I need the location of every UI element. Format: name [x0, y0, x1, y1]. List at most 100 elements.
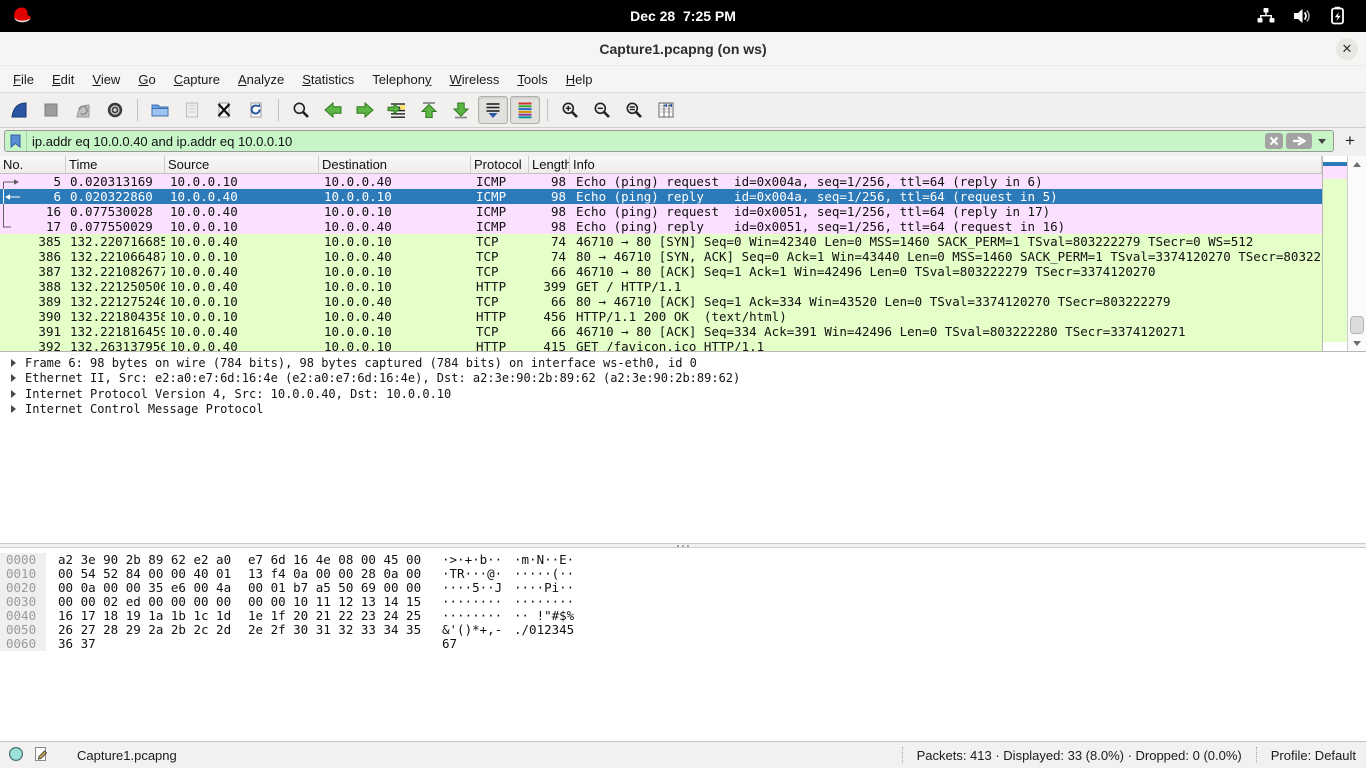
cell-info: 46710 → 80 [ACK] Seq=1 Ack=1 Win=42496 L…	[570, 264, 1322, 279]
packet-list-header: No.TimeSourceDestinationProtocolLengthIn…	[0, 156, 1322, 174]
cell-len: 66	[529, 294, 570, 309]
find-packet-button[interactable]	[286, 96, 316, 124]
close-file-button[interactable]	[209, 96, 239, 124]
colorize-button[interactable]	[510, 96, 540, 124]
cell-dst: 10.0.0.10	[319, 264, 471, 279]
go-to-packet-button[interactable]	[382, 96, 412, 124]
expand-arrow-icon[interactable]	[11, 405, 16, 413]
expand-arrow-icon[interactable]	[11, 390, 16, 398]
menu-tools[interactable]: Tools	[508, 69, 556, 90]
packet-row-387[interactable]: 387132.22108267710.0.0.4010.0.0.10TCP664…	[0, 264, 1322, 279]
packet-row-386[interactable]: 386132.22106648710.0.0.1010.0.0.40TCP748…	[0, 249, 1322, 264]
reload-file-button[interactable]	[241, 96, 271, 124]
capture-comment-icon[interactable]	[34, 746, 49, 765]
hex-row[interactable]: 005026 27 28 29 2a 2b 2c 2d2e 2f 30 31 3…	[0, 623, 1366, 637]
menu-go[interactable]: Go	[129, 69, 164, 90]
hex-row[interactable]: 0000a2 3e 90 2b 89 62 e2 a0e7 6d 16 4e 0…	[0, 553, 1366, 567]
save-file-button[interactable]	[177, 96, 207, 124]
cell-no: 389	[0, 294, 66, 309]
auto-scroll-icon	[483, 100, 503, 120]
hex-row[interactable]: 002000 0a 00 00 35 e6 00 4a00 01 b7 a5 5…	[0, 581, 1366, 595]
packet-row-17[interactable]: 170.07755002910.0.0.1010.0.0.40ICMP98Ech…	[0, 219, 1322, 234]
packet-row-392[interactable]: 392132.26313795610.0.0.4010.0.0.10HTTP41…	[0, 339, 1322, 351]
hex-row[interactable]: 006036 3767	[0, 637, 1366, 651]
menu-capture[interactable]: Capture	[165, 69, 229, 90]
capture-options-button[interactable]	[100, 96, 130, 124]
cell-no: 386	[0, 249, 66, 264]
detail-line[interactable]: Internet Control Message Protocol	[0, 402, 1366, 418]
column-header-source[interactable]: Source	[165, 156, 319, 173]
column-header-length[interactable]: Length	[529, 156, 570, 173]
cell-len: 98	[529, 219, 570, 234]
packet-row-385[interactable]: 385132.22071668510.0.0.4010.0.0.10TCP744…	[0, 234, 1322, 249]
start-capture-button[interactable]	[4, 96, 34, 124]
scrollbar-thumb[interactable]	[1350, 316, 1364, 334]
next-packet-button[interactable]	[350, 96, 380, 124]
scroll-up-arrow[interactable]	[1348, 156, 1366, 172]
hex-hex2: 1e 1f 20 21 22 23 24 25	[248, 609, 428, 623]
column-header-no[interactable]: No.	[0, 156, 66, 173]
menu-view[interactable]: View	[83, 69, 129, 90]
menu-wireless[interactable]: Wireless	[441, 69, 509, 90]
previous-packet-button[interactable]	[318, 96, 348, 124]
scroll-down-arrow[interactable]	[1348, 335, 1366, 351]
hex-row[interactable]: 004016 17 18 19 1a 1b 1c 1d1e 1f 20 21 2…	[0, 609, 1366, 623]
stop-capture-button[interactable]	[36, 96, 66, 124]
cell-proto: ICMP	[471, 189, 529, 204]
filter-dropdown-caret-icon[interactable]	[1318, 139, 1326, 144]
hex-ascii1: &'()*+,-	[442, 623, 506, 637]
profile-indicator[interactable]: Profile: Default	[1271, 748, 1366, 763]
menu-file[interactable]: File	[4, 69, 43, 90]
cell-info: 80 → 46710 [ACK] Seq=1 Ack=334 Win=43520…	[570, 294, 1322, 309]
zoom-out-button[interactable]	[587, 96, 617, 124]
filter-apply-icon[interactable]	[1286, 133, 1312, 149]
menu-telephony[interactable]: Telephony	[363, 69, 440, 90]
column-header-time[interactable]: Time	[66, 156, 165, 173]
column-header-destination[interactable]: Destination	[319, 156, 471, 173]
packet-row-16[interactable]: 160.07753002810.0.0.4010.0.0.10ICMP98Ech…	[0, 204, 1322, 219]
hex-hex1: 00 54 52 84 00 00 40 01	[58, 567, 238, 581]
zoom-in-button[interactable]	[555, 96, 585, 124]
filter-add-button[interactable]: +	[1340, 131, 1360, 151]
filter-bookmark-icon[interactable]	[5, 131, 27, 151]
cell-dst: 10.0.0.10	[319, 339, 471, 351]
packet-row-6[interactable]: 60.02032286010.0.0.4010.0.0.10ICMP98Echo…	[0, 189, 1322, 204]
filter-clear-icon[interactable]	[1265, 133, 1283, 149]
packet-row-389[interactable]: 389132.22127524610.0.0.1010.0.0.40TCP668…	[0, 294, 1322, 309]
column-header-info[interactable]: Info	[570, 156, 1322, 173]
hex-row[interactable]: 001000 54 52 84 00 00 40 0113 f4 0a 00 0…	[0, 567, 1366, 581]
packet-row-390[interactable]: 390132.22180435810.0.0.1010.0.0.40HTTP45…	[0, 309, 1322, 324]
zoom-reset-button[interactable]	[619, 96, 649, 124]
packet-row-391[interactable]: 391132.22181645910.0.0.4010.0.0.10TCP664…	[0, 324, 1322, 339]
packet-list-scrollbar[interactable]	[1348, 156, 1366, 351]
close-window-button[interactable]: ✕	[1336, 38, 1358, 60]
last-packet-button[interactable]	[446, 96, 476, 124]
intelligent-scrollbar-minimap[interactable]	[1322, 156, 1348, 351]
packet-row-388[interactable]: 388132.22125050610.0.0.4010.0.0.10HTTP39…	[0, 279, 1322, 294]
hex-hex1: 00 0a 00 00 35 e6 00 4a	[58, 581, 238, 595]
clock[interactable]: Dec 28 7:25 PM	[0, 8, 1366, 24]
expand-arrow-icon[interactable]	[11, 359, 16, 367]
detail-line[interactable]: Internet Protocol Version 4, Src: 10.0.0…	[0, 386, 1366, 402]
menu-edit[interactable]: Edit	[43, 69, 83, 90]
column-header-protocol[interactable]: Protocol	[471, 156, 529, 173]
resize-columns-button[interactable]	[651, 96, 681, 124]
menu-analyze[interactable]: Analyze	[229, 69, 293, 90]
hex-ascii2: ·m·N··E·	[514, 553, 574, 567]
detail-text: Ethernet II, Src: e2:a0:e7:6d:16:4e (e2:…	[25, 371, 740, 385]
open-file-button[interactable]	[145, 96, 175, 124]
menu-help[interactable]: Help	[557, 69, 602, 90]
first-packet-button[interactable]	[414, 96, 444, 124]
display-filter-input[interactable]	[27, 134, 1265, 149]
packet-row-5[interactable]: 50.02031316910.0.0.1010.0.0.40ICMP98Echo…	[0, 174, 1322, 189]
detail-line[interactable]: Ethernet II, Src: e2:a0:e7:6d:16:4e (e2:…	[0, 371, 1366, 387]
auto-scroll-button[interactable]	[478, 96, 508, 124]
detail-line[interactable]: Frame 6: 98 bytes on wire (784 bits), 98…	[0, 355, 1366, 371]
restart-capture-button[interactable]	[68, 96, 98, 124]
cell-info: Echo (ping) request id=0x0051, seq=1/256…	[570, 204, 1322, 219]
expert-info-icon[interactable]	[8, 746, 24, 765]
cell-len: 74	[529, 234, 570, 249]
expand-arrow-icon[interactable]	[11, 374, 16, 382]
hex-row[interactable]: 003000 00 02 ed 00 00 00 0000 00 10 11 1…	[0, 595, 1366, 609]
menu-statistics[interactable]: Statistics	[293, 69, 363, 90]
